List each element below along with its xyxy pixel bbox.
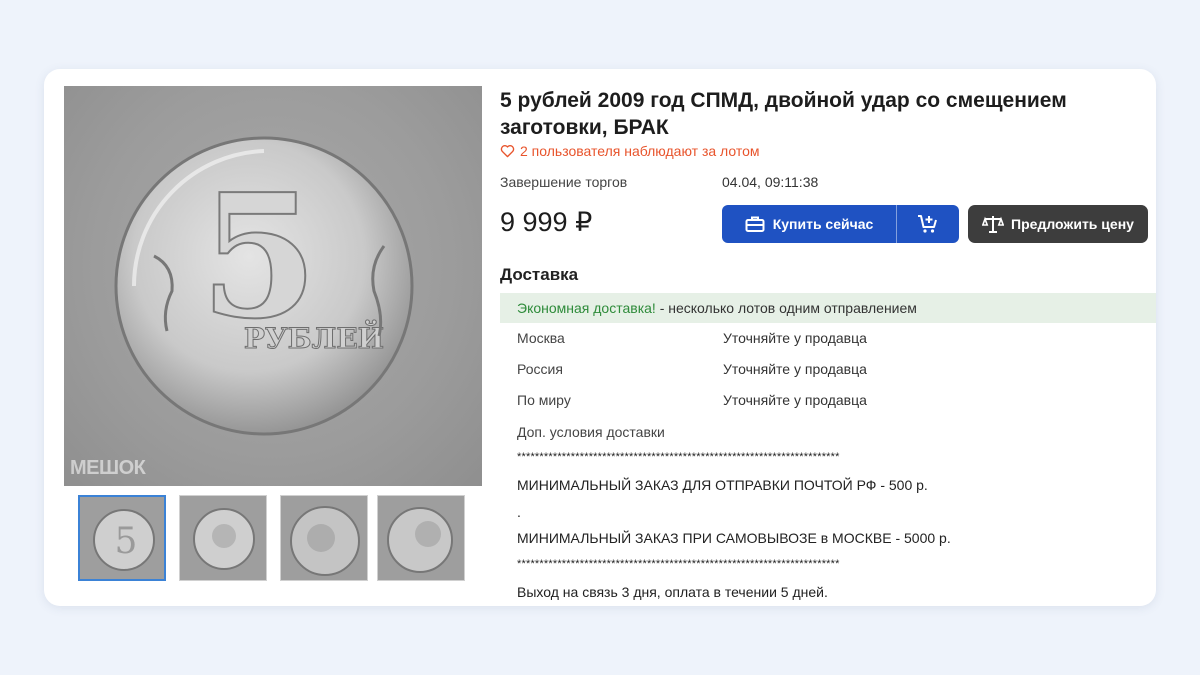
cart-add-icon [918, 215, 937, 233]
min-post-order: МИНИМАЛЬНЫЙ ЗАКАЗ ДЛЯ ОТПРАВКИ ПОЧТОЙ РФ… [517, 477, 928, 493]
briefcase-icon [745, 216, 765, 232]
stars-divider-top: ****************************************… [517, 451, 840, 463]
buy-now-button[interactable]: Купить сейчас [722, 215, 896, 233]
delivery-region-russia: Россия [517, 361, 563, 377]
main-photo[interactable]: 5 РУБЛЕЙ МЕШОК [64, 86, 482, 486]
thumbnail-4[interactable] [377, 495, 465, 581]
svg-text:5: 5 [115, 521, 138, 562]
end-label: Завершение торгов [500, 174, 628, 190]
thumbnail-3[interactable] [280, 495, 368, 581]
delivery-heading: Доставка [500, 265, 579, 284]
delivery-region-moscow: Москва [517, 330, 565, 346]
economy-delivery-banner: Экономная доставка! - несколько лотов од… [500, 293, 1156, 323]
contact-terms: Выход на связь 3 дня, оплата в течении 5… [517, 584, 828, 600]
thumbnail-1[interactable]: 5 [78, 495, 166, 581]
heart-icon [500, 145, 515, 158]
watchers-text: 2 пользователя наблюдают за лотом [520, 143, 760, 159]
watchers-link[interactable]: 2 пользователя наблюдают за лотом [500, 143, 760, 159]
lot-card: 5 РУБЛЕЙ МЕШОК 5 5 рублей 2009 год СПМД,… [44, 69, 1156, 606]
economy-text: - несколько лотов одним отправлением [655, 300, 917, 316]
delivery-value-russia: Уточняйте у продавца [723, 361, 867, 377]
svg-text:РУБЛЕЙ: РУБЛЕЙ [244, 320, 384, 355]
price: 9 999 ₽ [500, 207, 593, 237]
stars-divider-bottom: ****************************************… [517, 558, 840, 570]
buy-now-group: Купить сейчас [722, 205, 959, 243]
delivery-value-world: Уточняйте у продавца [723, 392, 867, 408]
thumbnail-2[interactable] [179, 495, 267, 581]
delivery-value-moscow: Уточняйте у продавца [723, 330, 867, 346]
scales-icon [982, 216, 1005, 233]
make-offer-button[interactable]: Предложить цену [968, 205, 1148, 243]
add-to-cart-button[interactable] [897, 214, 959, 234]
economy-highlight[interactable]: Экономная доставка! [517, 300, 656, 316]
buy-now-label: Купить сейчас [772, 216, 874, 232]
delivery-region-world: По миру [517, 392, 571, 408]
min-pickup-order: МИНИМАЛЬНЫЙ ЗАКАЗ ПРИ САМОВЫВОЗЕ в МОСКВ… [517, 530, 951, 546]
end-value: 04.04, 09:11:38 [722, 174, 819, 190]
coin-image: 5 РУБЛЕЙ [114, 136, 414, 436]
dot-separator: . [517, 504, 521, 520]
extra-conditions-label: Доп. условия доставки [517, 424, 665, 440]
make-offer-label: Предложить цену [1011, 216, 1134, 232]
lot-title: 5 рублей 2009 год СПМД, двойной удар со … [500, 89, 1067, 139]
watermark-logo: МЕШОК [70, 457, 146, 479]
